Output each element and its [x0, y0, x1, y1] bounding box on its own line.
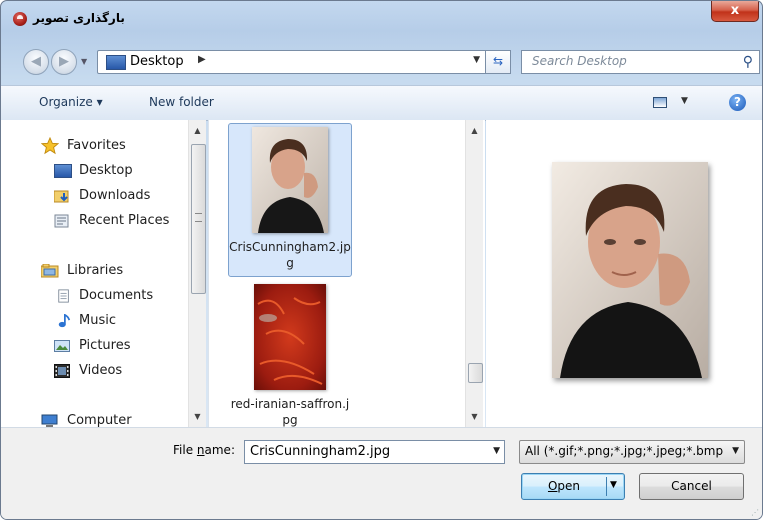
open-options-dropdown-icon[interactable]: ▼ [610, 480, 617, 490]
file-name-area: File name: CrisCunningham2.jpg ▼ All (*.… [1, 427, 762, 519]
pictures-icon [54, 340, 70, 352]
cancel-label: Cancel [671, 479, 712, 493]
downloads-folder-icon [54, 190, 69, 203]
forward-button[interactable]: ▶ [51, 49, 77, 75]
desktop-icon [54, 164, 72, 178]
preview-image [552, 162, 708, 378]
sidebar-item-label: Music [79, 313, 116, 328]
cancel-button[interactable]: Cancel [639, 473, 744, 500]
help-icon[interactable]: ? [729, 94, 746, 111]
command-toolbar: Organize ▾ New folder ▼ ? [1, 85, 762, 121]
sidebar-item-label: Computer [67, 413, 132, 427]
file-name-dropdown-icon[interactable]: ▼ [493, 446, 500, 456]
refresh-icon: ⇆ [492, 54, 504, 68]
organize-button[interactable]: Organize ▾ [39, 95, 103, 109]
search-input[interactable]: Search Desktop ⚲ [521, 50, 760, 74]
videos-icon [54, 364, 70, 378]
address-bar[interactable]: Desktop ▶ ▼ [97, 50, 487, 74]
scroll-up-icon[interactable]: ▲ [189, 122, 206, 139]
file-item-red-iranian-saffron[interactable]: red-iranian-saffron.jpg [228, 280, 352, 427]
scrollbar-thumb[interactable] [468, 363, 483, 383]
music-icon [58, 314, 71, 328]
new-folder-button[interactable]: New folder [149, 95, 214, 109]
open-label: Open [547, 479, 581, 493]
address-dropdown-icon[interactable]: ▼ [473, 55, 480, 65]
open-split-divider [606, 477, 607, 496]
scroll-down-icon[interactable]: ▼ [189, 408, 206, 425]
view-dropdown-icon[interactable]: ▼ [681, 96, 688, 106]
recent-pages-dropdown-icon[interactable]: ▼ [81, 57, 87, 66]
address-text[interactable]: Desktop [130, 54, 184, 69]
sidebar-item-label: Favorites [67, 138, 126, 153]
sidebar-item-label: Pictures [79, 338, 131, 353]
documents-icon [58, 289, 69, 303]
refresh-button[interactable]: ⇆ [485, 50, 511, 74]
file-name-label: File name: [173, 443, 235, 457]
file-list-scrollbar[interactable]: ▲ ▼ [465, 120, 483, 427]
back-button[interactable]: ◀ [23, 49, 49, 75]
file-list: CrisCunningham2.jpg red-iranian-saffron.… [208, 120, 485, 427]
sidebar-item-label: Desktop [79, 163, 133, 178]
desktop-icon [106, 55, 126, 70]
scroll-down-icon[interactable]: ▼ [466, 408, 483, 425]
title-bar: بارگذاری تصویر x [1, 1, 762, 39]
star-icon [41, 137, 59, 155]
sidebar-item-label: Videos [79, 363, 123, 378]
open-button[interactable]: Open ▼ [521, 473, 625, 500]
file-item-criscunningham2[interactable]: CrisCunningham2.jpg [228, 123, 352, 277]
scroll-up-icon[interactable]: ▲ [466, 122, 483, 139]
sidebar-item-label: Recent Places [79, 213, 170, 228]
navigation-pane: Favorites Desktop Downloads Recent Place… [1, 120, 206, 427]
file-name: red-iranian-saffron.jpg [230, 397, 350, 427]
preview-pane [486, 120, 762, 427]
file-type-dropdown-icon[interactable]: ▼ [732, 446, 739, 456]
navigation-scrollbar[interactable]: ▲ ▼ [188, 120, 206, 427]
close-button[interactable]: x [711, 1, 759, 22]
resize-grip-icon[interactable]: ⋰ [751, 508, 759, 517]
sidebar-item-label: Libraries [67, 263, 124, 278]
window-title: بارگذاری تصویر [33, 11, 125, 25]
portrait-thumbnail [252, 127, 328, 233]
open-file-dialog: بارگذاری تصویر x ◀ ▶ ▼ Desktop ▶ ▼ ⇆ Sea… [0, 0, 763, 520]
app-icon [13, 12, 27, 26]
saffron-thumbnail [254, 284, 326, 390]
libraries-icon [41, 264, 59, 278]
recent-places-icon [54, 214, 69, 228]
file-name-input[interactable]: CrisCunningham2.jpg ▼ [244, 440, 505, 464]
sidebar-item-label: Documents [79, 288, 154, 303]
search-placeholder: Search Desktop [532, 54, 627, 68]
change-view-icon[interactable] [653, 97, 667, 108]
search-icon[interactable]: ⚲ [743, 54, 753, 70]
scrollbar-thumb[interactable] [191, 144, 206, 294]
navigation-bar: ◀ ▶ ▼ Desktop ▶ ▼ ⇆ Search Desktop ⚲ [1, 45, 762, 79]
breadcrumb-chevron-icon[interactable]: ▶ [198, 54, 206, 65]
file-name: CrisCunningham2.jpg [229, 240, 351, 270]
computer-icon [41, 414, 58, 427]
file-name-value[interactable]: CrisCunningham2.jpg [250, 444, 390, 459]
file-type-value: All (*.gif;*.png;*.jpg;*.jpeg;*.bmp) [525, 444, 723, 458]
thumb-grip [195, 213, 202, 222]
sidebar-item-label: Downloads [79, 188, 151, 203]
file-type-select[interactable]: All (*.gif;*.png;*.jpg;*.jpeg;*.bmp) ▼ [519, 440, 745, 464]
